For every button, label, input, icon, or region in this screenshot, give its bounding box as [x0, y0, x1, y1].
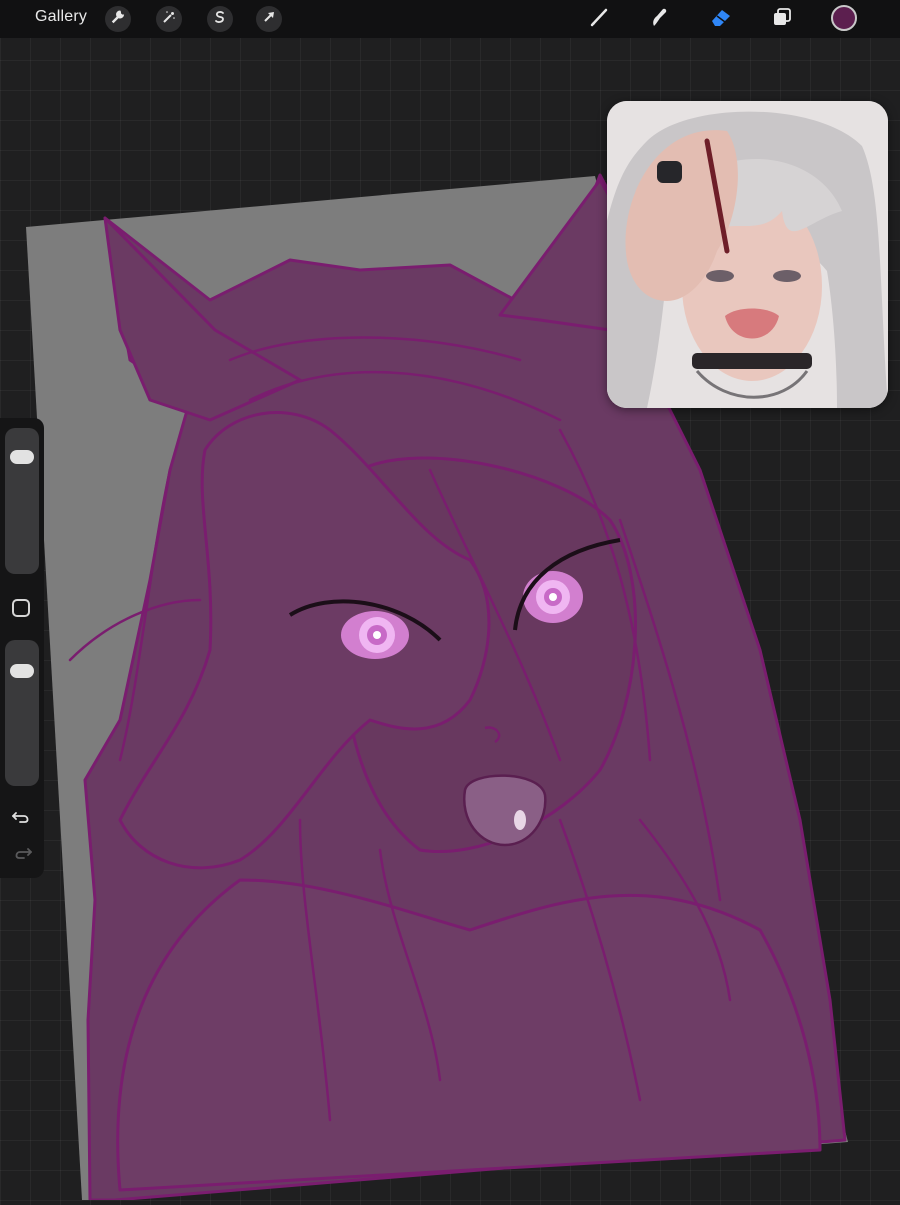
undo-icon: [12, 810, 32, 831]
adjustments-button[interactable]: [156, 6, 182, 32]
brush-size-slider[interactable]: [5, 428, 39, 574]
color-picker-button[interactable]: [831, 5, 857, 31]
layers-button[interactable]: [767, 4, 797, 34]
reference-image-window[interactable]: [607, 101, 888, 408]
arrow-cursor-icon: [262, 10, 276, 29]
gallery-button[interactable]: Gallery: [35, 8, 87, 26]
left-sidebar: [0, 418, 44, 878]
smudge-tool-button[interactable]: [644, 4, 674, 34]
actions-button[interactable]: [105, 6, 131, 32]
modify-square-icon[interactable]: [12, 599, 30, 617]
brush-icon: [588, 6, 610, 33]
opacity-handle[interactable]: [10, 664, 34, 678]
layers-icon: [771, 6, 793, 33]
eraser-tool-button[interactable]: [706, 4, 736, 34]
top-toolbar: Gallery: [0, 0, 900, 38]
redo-icon: [12, 846, 32, 867]
wrench-icon: [111, 9, 125, 29]
selection-s-icon: [213, 10, 227, 29]
brush-tool-button[interactable]: [584, 4, 614, 34]
transform-button[interactable]: [256, 6, 282, 32]
opacity-slider[interactable]: [5, 640, 39, 786]
redo-button[interactable]: [10, 844, 34, 868]
brush-size-handle[interactable]: [10, 449, 34, 464]
selection-button[interactable]: [207, 6, 233, 32]
eraser-icon: [709, 6, 733, 33]
magic-wand-icon: [162, 10, 176, 29]
undo-button[interactable]: [10, 808, 34, 832]
smudge-icon: [648, 6, 670, 33]
